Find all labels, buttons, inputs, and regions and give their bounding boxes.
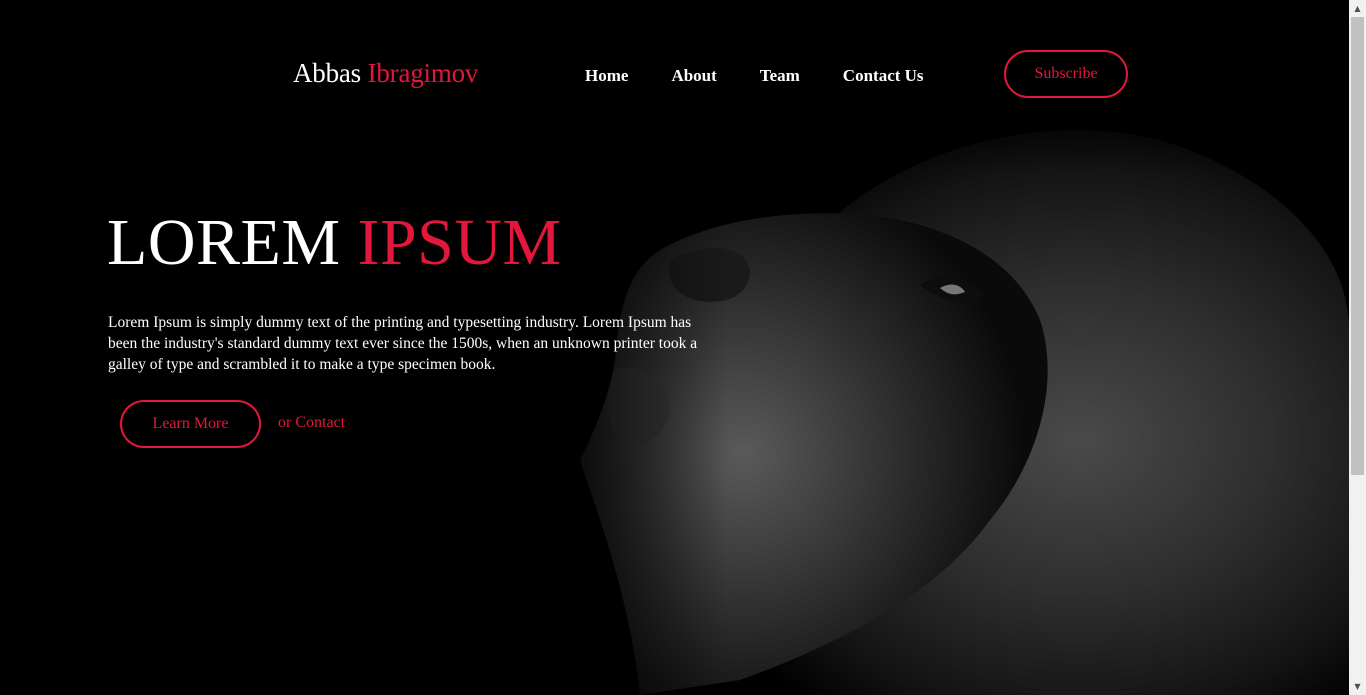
scroll-down-icon[interactable]: ▼ (1349, 678, 1366, 695)
logo[interactable]: Abbas Ibragimov (293, 58, 478, 89)
logo-last-name: Ibragimov (367, 58, 479, 88)
nav-home[interactable]: Home (585, 66, 628, 86)
hero-title-red: IPSUM (357, 206, 562, 279)
scroll-up-icon[interactable]: ▲ (1349, 0, 1366, 17)
scrollbar-thumb[interactable] (1351, 17, 1364, 475)
main-nav: Home About Team Contact Us (585, 66, 967, 86)
nav-about[interactable]: About (671, 66, 716, 86)
nav-team[interactable]: Team (760, 66, 800, 86)
hero-paragraph: Lorem Ipsum is simply dummy text of the … (108, 314, 698, 373)
nav-contact-us[interactable]: Contact Us (843, 66, 924, 86)
hero-title: LOREM IPSUM (107, 205, 562, 281)
vertical-scrollbar[interactable]: ▲ ▼ (1349, 0, 1366, 695)
hero-title-white: LOREM (107, 206, 341, 279)
subscribe-button[interactable]: Subscribe (1004, 50, 1128, 98)
logo-first-name: Abbas (293, 58, 361, 88)
contact-link[interactable]: or Contact (278, 414, 345, 432)
learn-more-button[interactable]: Learn More (120, 400, 261, 448)
page: Abbas Ibragimov Home About Team Contact … (0, 0, 1349, 695)
